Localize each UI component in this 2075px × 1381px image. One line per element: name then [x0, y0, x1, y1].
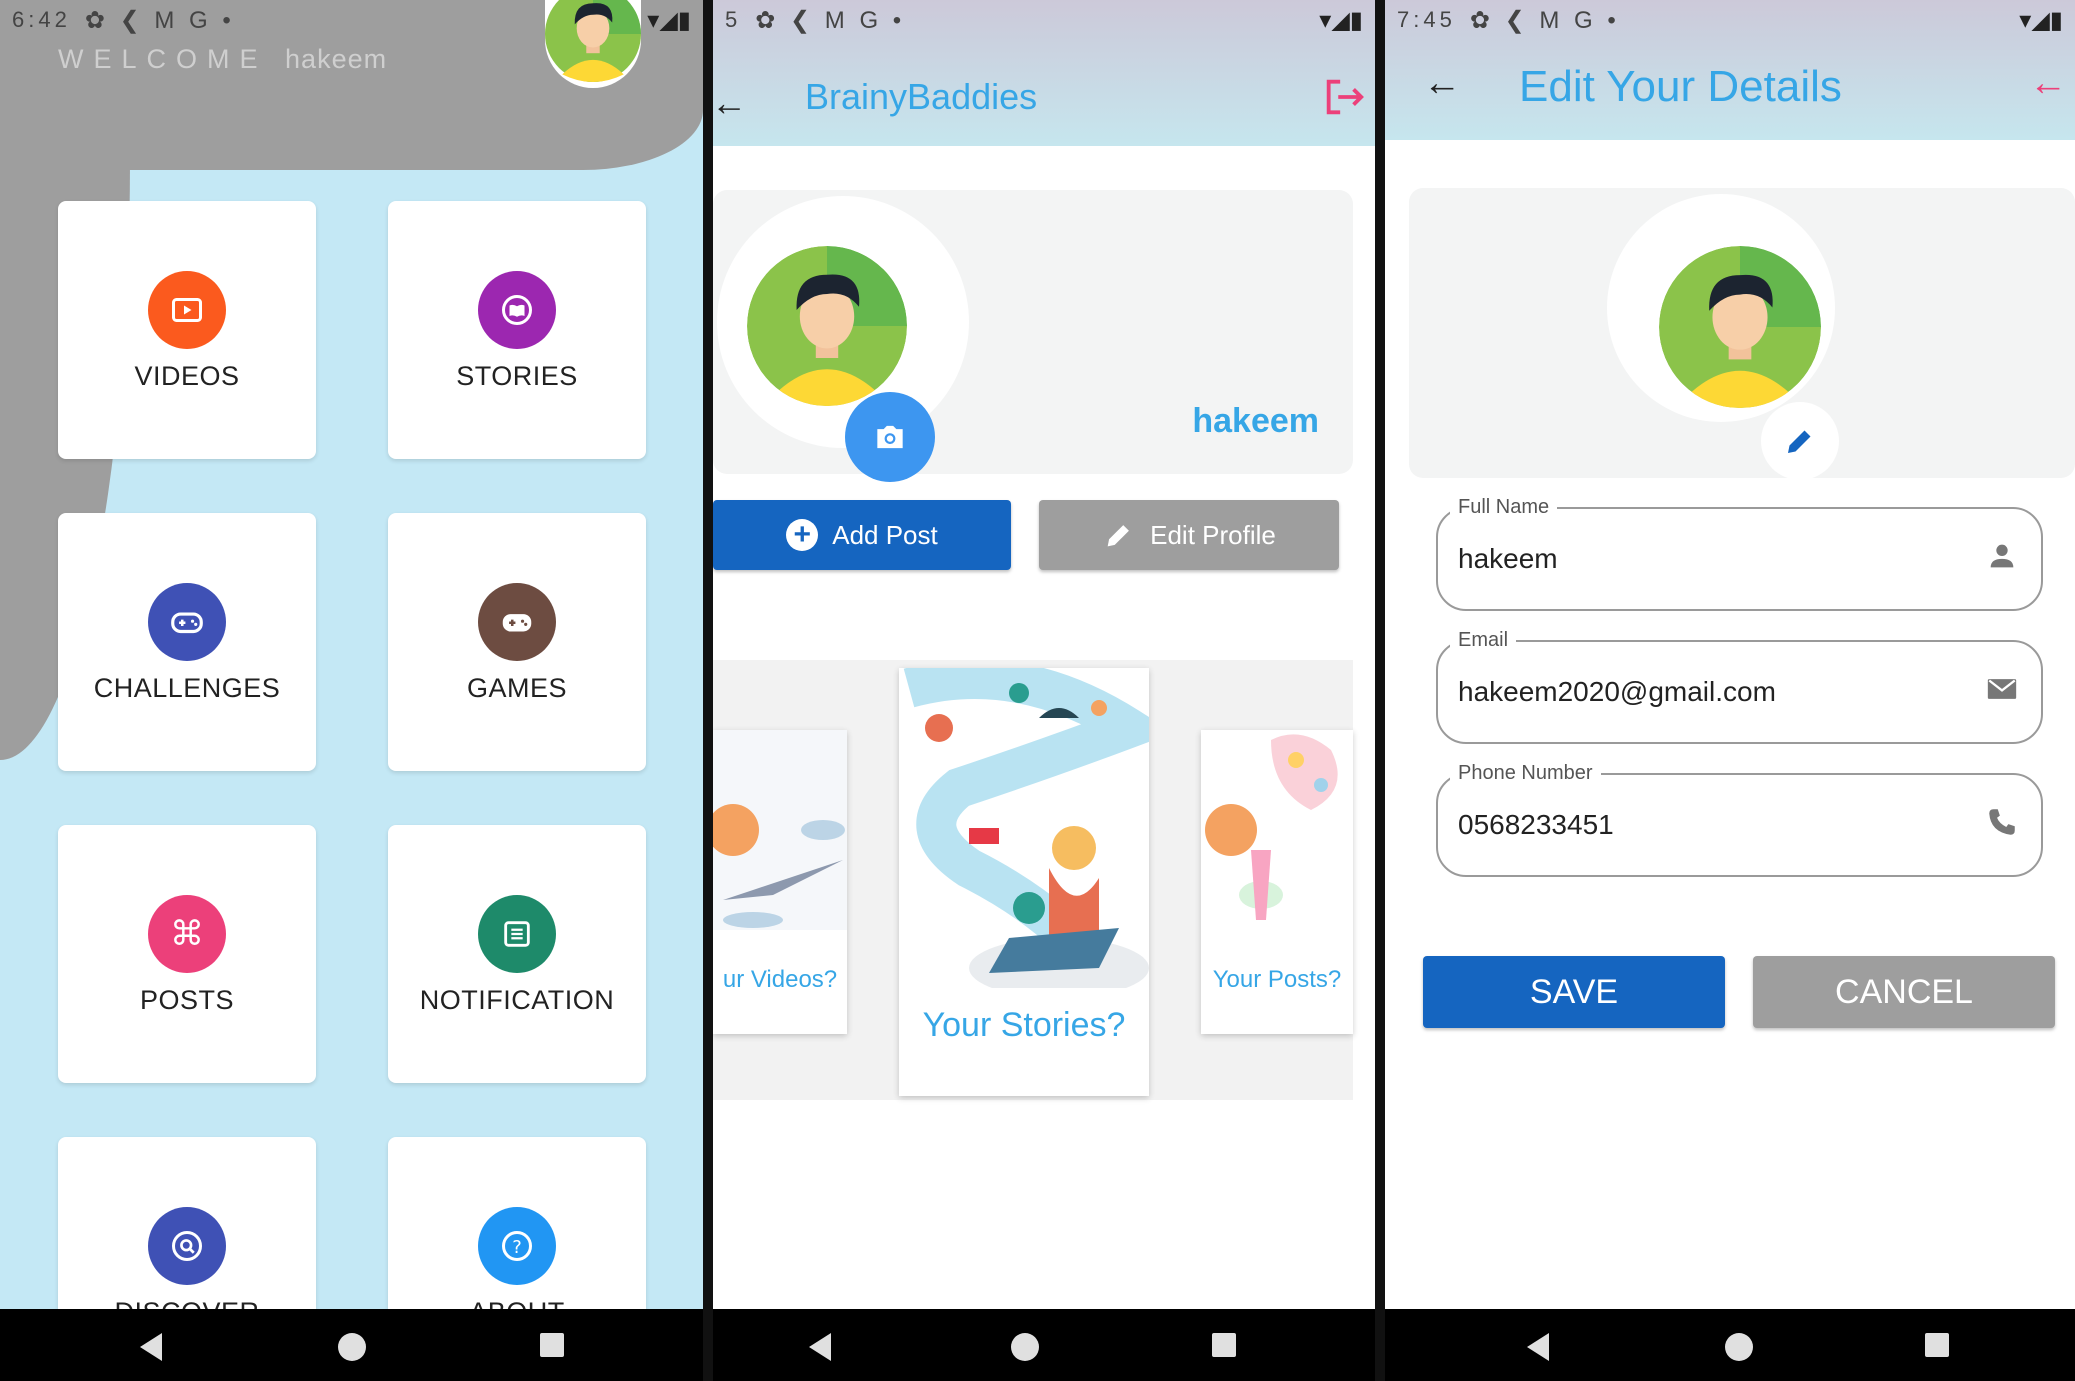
- signal-battery-icon: ▾◢▮: [1319, 7, 1363, 34]
- posts-card[interactable]: Your Posts?: [1201, 730, 1353, 1034]
- app-title: BrainyBaddies: [805, 76, 1038, 117]
- tile-notification[interactable]: NOTIFICATION: [388, 825, 646, 1083]
- divider: [1375, 0, 1385, 1381]
- stories-card[interactable]: Your Stories?: [899, 668, 1149, 1096]
- field-value: hakeem: [1458, 543, 1558, 574]
- nav-back-button[interactable]: [140, 1333, 162, 1361]
- card-caption: Your Posts?: [1212, 966, 1342, 993]
- email-field[interactable]: Email hakeem2020@gmail.com: [1436, 629, 2043, 744]
- field-value: 0568233451: [1458, 809, 1614, 840]
- welcome-name: hakeem: [285, 44, 388, 74]
- tile-label: NOTIFICATION: [419, 985, 615, 1015]
- welcome-prefix: WELCOME: [58, 44, 268, 74]
- edit-profile-button[interactable]: Edit Profile: [1039, 500, 1339, 570]
- system-nav-bar: [0, 1309, 703, 1381]
- tile-label: VIDEOS: [134, 361, 240, 391]
- status-time: 5: [725, 7, 742, 32]
- card-caption: Your Stories?: [922, 1006, 1126, 1044]
- signal-battery-icon: ▾◢▮: [2019, 7, 2063, 34]
- cancel-button[interactable]: CANCEL: [1753, 956, 2055, 1028]
- divider: [703, 0, 713, 1381]
- tile-games[interactable]: GAMES: [388, 513, 646, 771]
- nav-home-button[interactable]: [338, 1333, 366, 1361]
- status-icons: ✿ ❮ M G •: [1469, 6, 1620, 34]
- avatar-image: [545, 0, 641, 82]
- posts-illustration: [1201, 730, 1353, 950]
- controller-icon: [478, 583, 556, 661]
- svg-text:?: ?: [512, 1237, 522, 1258]
- gamepad-icon: [148, 583, 226, 661]
- field-label: Email: [1450, 629, 1517, 652]
- page-title: Edit Your Details: [1519, 62, 1842, 111]
- tile-label: STORIES: [456, 361, 578, 391]
- nav-home-button[interactable]: [1725, 1333, 1753, 1361]
- home-screen: 6:42 ✿ ❮ M G • ▾◢▮ WELCOME hakeem VIDEOS…: [0, 0, 703, 1381]
- tile-label: POSTS: [139, 985, 235, 1015]
- system-nav-bar: [713, 1309, 1375, 1381]
- pencil-icon: [1788, 430, 1811, 453]
- nav-recents-button[interactable]: [1925, 1333, 1949, 1357]
- welcome-text: WELCOME hakeem: [58, 44, 387, 75]
- play-icon: [148, 271, 226, 349]
- stories-illustration: [899, 668, 1149, 998]
- back-arrow-icon[interactable]: ←: [713, 82, 747, 124]
- edit-details-screen: 7:45 ✿ ❮ M G • ▾◢▮ ← Edit Your Details ←…: [1385, 0, 2075, 1381]
- nav-home-button[interactable]: [1011, 1333, 1039, 1361]
- mail-icon: [1987, 679, 2017, 699]
- logout-icon[interactable]: [1321, 74, 1367, 120]
- person-icon: [1990, 544, 2014, 568]
- status-bar: 5 ✿ ❮ M G •: [713, 0, 1375, 40]
- tile-label: CHALLENGES: [93, 673, 281, 703]
- command-icon: ⌘: [148, 895, 226, 973]
- camera-icon: [877, 425, 903, 449]
- add-post-button[interactable]: + Add Post: [713, 500, 1011, 570]
- avatar: [747, 246, 907, 406]
- camera-button[interactable]: [845, 392, 935, 482]
- close-arrow-icon[interactable]: ←: [2029, 62, 2067, 105]
- tile-videos[interactable]: VIDEOS: [58, 201, 316, 459]
- status-time: 7:45: [1397, 7, 1456, 32]
- content-carousel[interactable]: ur Videos? Your Stories? Your Posts?: [713, 660, 1353, 1100]
- status-time: 6:42: [12, 7, 71, 32]
- field-value: hakeem2020@gmail.com: [1458, 676, 1776, 707]
- save-button[interactable]: SAVE: [1423, 956, 1725, 1028]
- tile-posts[interactable]: ⌘ POSTS: [58, 825, 316, 1083]
- tile-challenges[interactable]: CHALLENGES: [58, 513, 316, 771]
- help-icon: ?: [478, 1207, 556, 1285]
- status-icons: ✿ ❮ M G •: [84, 6, 235, 34]
- phone-number-field[interactable]: Phone Number 0568233451: [1436, 762, 2043, 877]
- profile-username: hakeem: [1192, 402, 1319, 440]
- card-caption: ur Videos?: [722, 966, 838, 993]
- videos-card[interactable]: ur Videos?: [713, 730, 847, 1034]
- nav-back-button[interactable]: [1527, 1333, 1549, 1361]
- signal-battery-icon: ▾◢▮: [647, 7, 691, 34]
- pencil-icon: [1107, 525, 1130, 547]
- back-arrow-icon[interactable]: ←: [1423, 62, 1461, 105]
- tile-stories[interactable]: STORIES: [388, 201, 646, 459]
- nav-back-button[interactable]: [809, 1333, 831, 1361]
- full-name-field[interactable]: Full Name hakeem: [1436, 496, 2043, 611]
- list-icon: [478, 895, 556, 973]
- book-icon: [478, 271, 556, 349]
- phone-icon: [1989, 809, 2015, 835]
- field-label: Full Name: [1450, 496, 1558, 519]
- field-label: Phone Number: [1450, 762, 1601, 785]
- search-icon: [148, 1207, 226, 1285]
- nav-recents-button[interactable]: [1212, 1333, 1236, 1357]
- nav-recents-button[interactable]: [540, 1333, 564, 1357]
- avatar[interactable]: [545, 0, 641, 88]
- profile-screen: 5 ✿ ❮ M G • ▾◢▮ ← BrainyBaddies hakeem +…: [713, 0, 1375, 1381]
- plus-icon: +: [786, 519, 819, 551]
- avatar: [1659, 246, 1821, 408]
- system-nav-bar: [1385, 1309, 2075, 1381]
- status-bar: 7:45 ✿ ❮ M G •: [1385, 0, 2075, 40]
- status-icons: ✿ ❮ M G •: [755, 6, 906, 34]
- edit-avatar-button[interactable]: [1761, 402, 1839, 480]
- edit-profile-label: Edit Profile: [1150, 519, 1276, 550]
- videos-illustration: [713, 730, 847, 930]
- tile-label: GAMES: [466, 673, 568, 703]
- add-post-label: Add Post: [832, 519, 938, 550]
